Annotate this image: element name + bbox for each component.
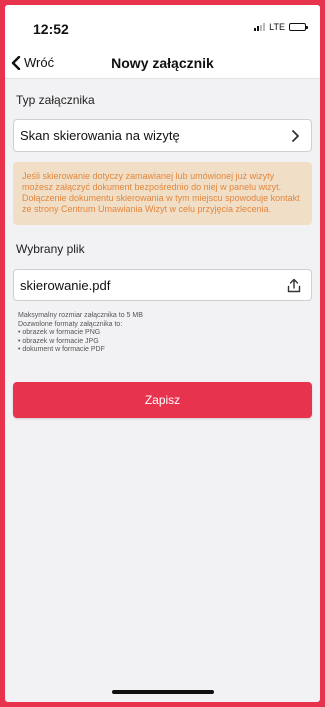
attachment-type-select[interactable]: Skan skierowania na wizytę — [13, 119, 312, 152]
page-title: Nowy załącznik — [111, 55, 214, 71]
signal-icon — [254, 23, 266, 31]
selected-file-field[interactable]: skierowanie.pdf — [13, 269, 312, 301]
network-label: LTE — [269, 22, 285, 32]
battery-icon — [289, 23, 308, 31]
file-requirements: Maksymalny rozmiar załącznika to 5 MB Do… — [5, 301, 320, 355]
info-text-1: Jeśli skierowanie dotyczy zamawianej lub… — [22, 171, 282, 192]
attachment-type-value: Skan skierowania na wizytę — [20, 128, 180, 143]
format-item: • dokument w formacie PDF — [18, 346, 105, 353]
navigation-bar: Wróć Nowy załącznik — [5, 47, 320, 79]
format-item: • obrazek w formacie JPG — [18, 337, 99, 345]
chevron-right-icon — [292, 129, 299, 142]
info-text-2: Dołączenie dokumentu skierowania w tym m… — [22, 193, 300, 214]
upload-icon[interactable] — [287, 278, 301, 293]
status-indicators: LTE — [254, 22, 308, 32]
app-screen: 12:52 LTE Wróć Nowy załącznik Typ załącz… — [5, 5, 320, 702]
status-time: 12:52 — [33, 21, 69, 37]
save-button[interactable]: Zapisz — [13, 381, 312, 418]
selected-file-name: skierowanie.pdf — [20, 277, 111, 293]
selected-file-label: Wybrany plik — [16, 242, 85, 256]
formats-header: Dozwolone formaty załącznika to: — [18, 320, 123, 328]
attachment-type-label: Typ załącznika — [16, 93, 95, 107]
home-indicator[interactable] — [111, 690, 214, 694]
info-notice: Jeśli skierowanie dotyczy zamawianej lub… — [13, 162, 312, 225]
status-bar: 12:52 LTE — [5, 5, 320, 47]
format-item: • obrazek w formacie PNG — [18, 329, 101, 336]
max-size-text: Maksymalny rozmiar załącznika to 5 MB — [18, 312, 143, 319]
